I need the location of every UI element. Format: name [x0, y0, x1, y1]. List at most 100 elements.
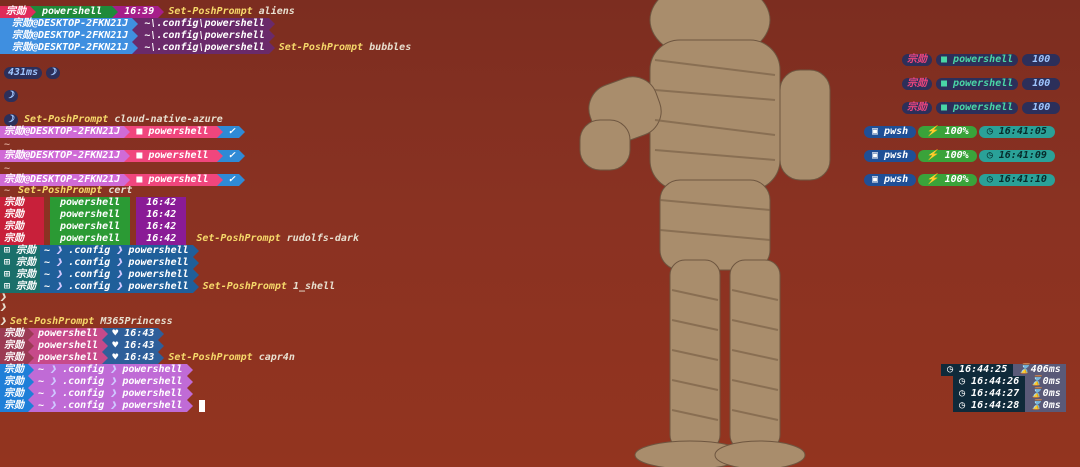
clock-icon: ◷ — [986, 174, 999, 185]
prompt-user-segment: 宗勋 — [0, 209, 44, 221]
prompt-path-segment: ~ ❯ .config ❯ powershell — [28, 376, 193, 388]
prompt-user-segment: 宗勋 — [0, 328, 34, 340]
command-line: ❯ Set-PoshPrompt M365Princess — [0, 316, 173, 328]
aliens-prompt-line: 宗勋 powershell 16:39 Set-PoshPrompt alien… — [0, 6, 295, 18]
folder-icon: ■ — [136, 126, 149, 137]
hourglass-icon: ⌛ — [1018, 364, 1031, 375]
command-text: Set-PoshPrompt aliens — [168, 6, 295, 17]
prompt-folder-segment: ■ powershell — [124, 174, 223, 186]
folder-icon: ■ — [136, 150, 149, 161]
prompt-path-segment: ~ ❯ .config ❯ powershell — [28, 400, 193, 412]
moon-icon: ☽ — [4, 114, 19, 126]
windows-icon: ⊞ — [4, 269, 17, 280]
right-prompt: ▣ pwsh ⚡ 100% ◷ 16:41:05 — [864, 126, 1055, 138]
windows-icon: ⊞ — [4, 257, 17, 268]
prompt-folder-segment: powershell — [50, 233, 131, 245]
heart-icon: ♥ — [112, 352, 119, 363]
right-prompt: ◷ 16:44:28 ⌛0ms — [953, 400, 1066, 412]
clock-segment: ◷ 16:41:09 — [978, 150, 1055, 162]
folder-icon: ■ — [136, 174, 149, 185]
right-prompt: ◷ 16:44:27 ⌛0ms — [953, 388, 1066, 400]
check-icon: ✓ — [228, 150, 235, 161]
right-prompt: ▣ pwsh ⚡ 100% ◷ 16:41:09 — [864, 150, 1055, 162]
prompt-folder-segment: powershell — [28, 352, 109, 364]
prompt-time-segment: 16:42 — [136, 197, 187, 209]
prompt-host-segment: 宗勋@DESKTOP-2FKN21J — [0, 30, 139, 42]
tilde-text: ~ — [4, 185, 11, 196]
prompt-host-segment: 宗勋@DESKTOP-2FKN21J — [0, 150, 131, 162]
battery-segment: ⚡ 100% — [918, 126, 977, 138]
clock-icon: ◷ — [959, 400, 972, 411]
prompt-user-segment: 宗勋 — [0, 233, 44, 245]
execution-time-segment: ⌛0ms — [1025, 376, 1066, 388]
prompt-user-segment: 宗勋 — [0, 376, 34, 388]
prompt-line: 宗勋 ~ ❯ .config ❯ powershell — [0, 364, 193, 376]
prompt-line: 宗勋 powershell 16:42 — [0, 221, 187, 233]
duration-line: 431ms ☽ — [4, 67, 61, 79]
prompt-line: 宗勋@DESKTOP-2FKN21J ~\.config\powershell … — [0, 42, 411, 54]
prompt-line: 宗勋@DESKTOP-2FKN21J ■ powershell ✓ — [0, 126, 245, 138]
moon-command-line: ☽ Set-PoshPrompt cloud-native-azure — [4, 114, 223, 126]
prompt-line: 宗勋 powershell ♥ 16:43 Set-PoshPrompt cap… — [0, 352, 295, 364]
prompt-user-segment: 宗勋 — [0, 6, 36, 18]
prompt-user-segment: 宗勋 — [0, 197, 44, 209]
prompt-user-segment: ⊞ 宗勋 — [0, 257, 41, 269]
hourglass-icon: ⌛ — [1030, 376, 1043, 387]
prompt-folder-segment: powershell — [50, 221, 131, 233]
prompt-time-segment: ♥ 16:43 — [102, 352, 165, 364]
text-cursor[interactable] — [198, 400, 205, 412]
prompt-host-segment: 宗勋@DESKTOP-2FKN21J — [0, 42, 139, 54]
prompt-user-segment: 宗勋 — [0, 221, 44, 233]
right-prompt: ◷ 16:44:25 ⌛406ms — [941, 364, 1066, 376]
execution-time-segment: ⌛0ms — [1025, 388, 1066, 400]
command-text: Set-PoshPrompt 1_shell — [202, 281, 336, 292]
clock-segment: ◷ 16:41:10 — [978, 174, 1055, 186]
command-text: Set-PoshPrompt M365Princess — [10, 316, 173, 327]
battery-icon: ⚡ — [926, 126, 945, 137]
moon-line: ☽ — [4, 90, 19, 102]
command-text: Set-PoshPrompt rudolfs-dark — [196, 233, 359, 244]
clock-icon: ◷ — [986, 126, 999, 137]
battery-segment: ⚡ 100% — [918, 150, 977, 162]
prompt-user-segment: 宗勋 — [0, 400, 34, 412]
prompt-line: 宗勋 powershell 16:42 — [0, 209, 187, 221]
prompt-line: 宗勋 ~ ❯ .config ❯ powershell — [0, 388, 193, 400]
clock-segment: ◷ 16:44:28 — [953, 400, 1026, 412]
background-wallpaper-figure — [579, 0, 831, 467]
prompt-line: ⊞ 宗勋 ~ ❯ .config ❯ powershell Set-PoshPr… — [0, 281, 335, 293]
command-text: Set-PoshPrompt cloud-native-azure — [24, 114, 223, 125]
moon-icon: ☽ — [46, 67, 61, 79]
execution-time-segment: ⌛406ms — [1013, 364, 1066, 376]
right-user-chip: 宗勋 — [902, 102, 932, 114]
prompt-host-segment: 宗勋@DESKTOP-2FKN21J — [0, 126, 131, 138]
prompt-path-segment: ~ ❯ .config ❯ powershell — [28, 388, 193, 400]
prompt-folder-segment: powershell — [50, 197, 131, 209]
hourglass-icon: ⌛ — [1030, 400, 1043, 411]
right-prompt: 宗勋 ■ powershell 100 — [898, 102, 1061, 114]
prompt-user-segment: 宗勋 — [0, 388, 34, 400]
prompt-time-segment: 16:42 — [136, 209, 187, 221]
prompt-time-segment: 16:42 — [136, 221, 187, 233]
prompt-path-segment: ~ ❯ .config ❯ powershell — [28, 364, 193, 376]
right-folder-chip: ■ powershell — [936, 102, 1019, 114]
prompt-line: ⊞ 宗勋 ~ ❯ .config ❯ powershell — [0, 269, 199, 281]
shell-segment: ▣ pwsh — [864, 126, 917, 138]
chevron-prompt: ❯ — [0, 316, 7, 327]
right-user-chip: 宗勋 — [902, 78, 932, 90]
battery-icon: ⚡ — [926, 174, 945, 185]
shell-segment: ▣ pwsh — [864, 174, 917, 186]
prompt-line: 宗勋 powershell 16:42 Set-PoshPrompt rudol… — [0, 233, 359, 245]
clock-segment: ◷ 16:41:05 — [978, 126, 1055, 138]
right-battery-chip: 100 — [1022, 54, 1061, 66]
prompt-folder-segment: powershell — [50, 209, 131, 221]
prompt-path-segment: ~ ❯ .config ❯ powershell — [40, 257, 199, 269]
prompt-line: 宗勋 powershell ♥ 16:43 — [0, 340, 165, 352]
heart-icon: ♥ — [112, 328, 119, 339]
clock-segment: ◷ 16:44:27 — [953, 388, 1026, 400]
clock-icon: ◷ — [959, 388, 972, 399]
check-icon: ✓ — [228, 126, 235, 137]
prompt-line: 宗勋@DESKTOP-2FKN21J ■ powershell ✓ — [0, 150, 245, 162]
command-text: Set-PoshPrompt bubbles — [278, 42, 412, 53]
duration-segment: 431ms — [4, 67, 43, 79]
right-prompt: ◷ 16:44:26 ⌛0ms — [953, 376, 1066, 388]
